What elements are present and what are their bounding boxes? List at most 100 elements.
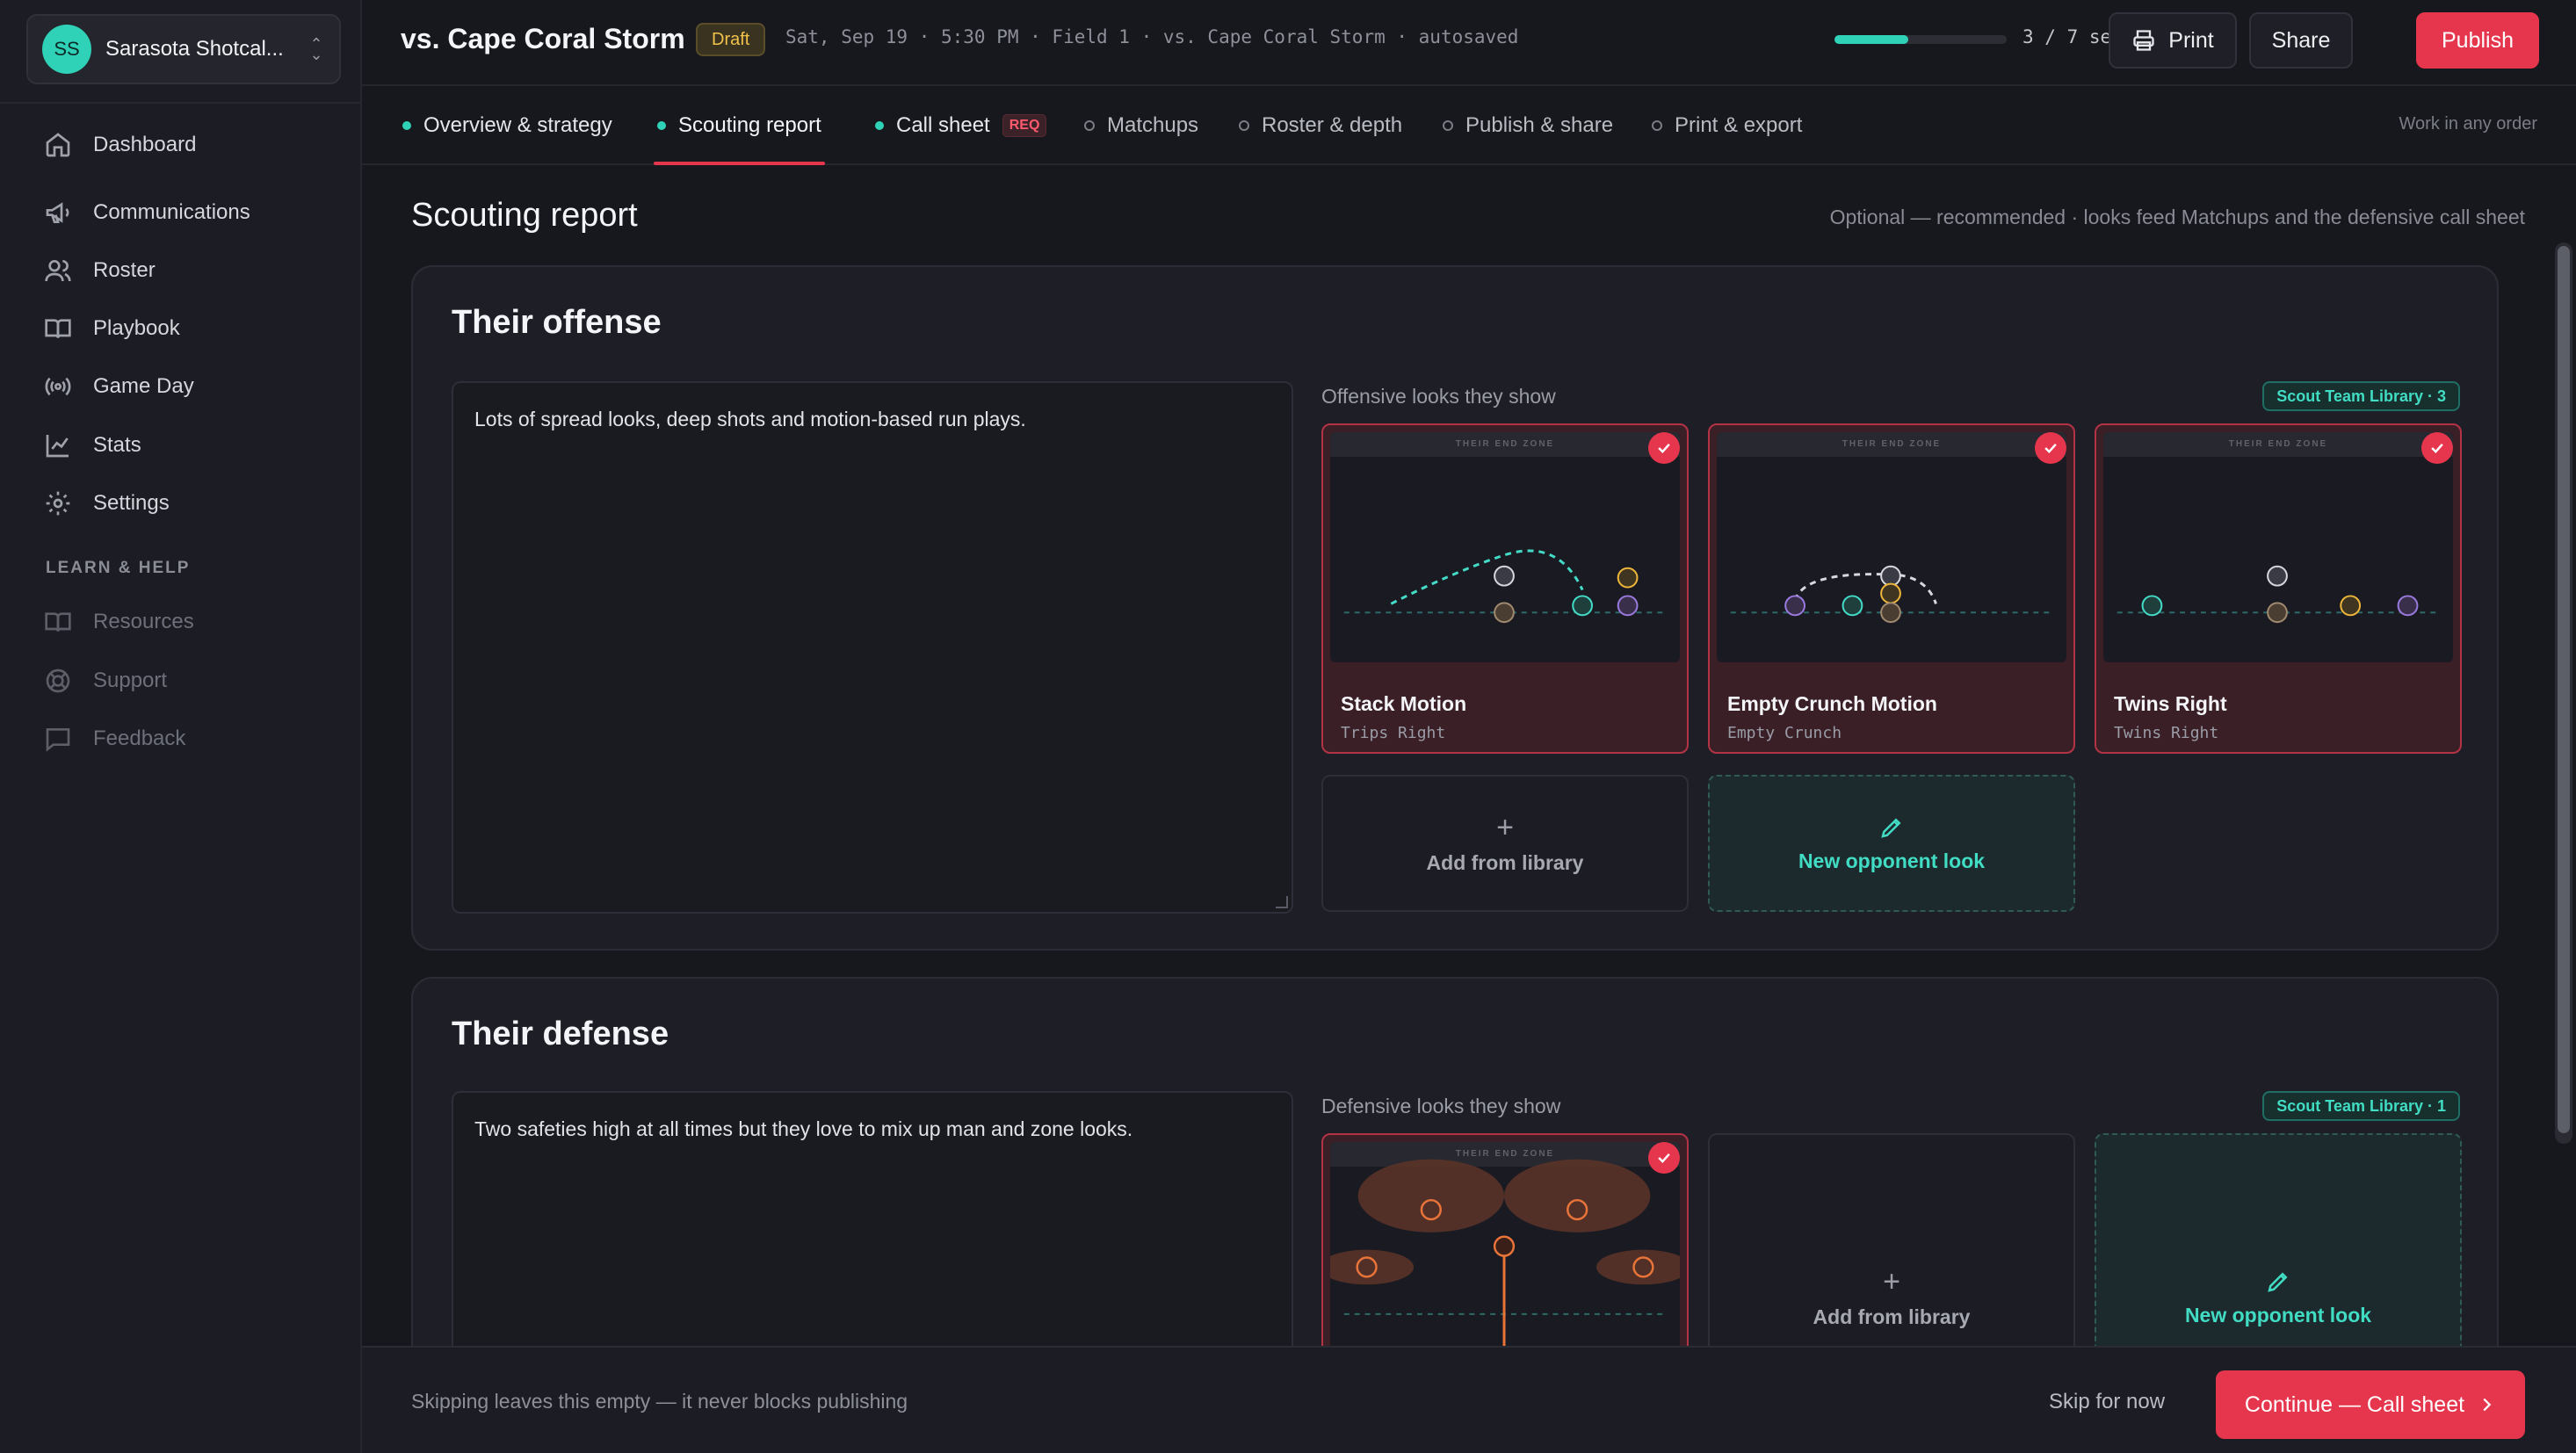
plus-icon: +	[1883, 1265, 1900, 1298]
offense-notes-text: Lots of spread looks, deep shots and mot…	[474, 408, 1026, 430]
add-from-library-label: Add from library	[1813, 1305, 1971, 1328]
sidebar-item-roster[interactable]: Roster	[44, 253, 156, 288]
look-card-twins-right[interactable]: THEIR END ZONE Twins Right Twins Right	[2095, 423, 2462, 754]
workspace-switcher[interactable]: SS Sarasota Shotcal... ⌃ ⌄	[26, 14, 341, 84]
sidebar-item-game-day[interactable]: Game Day	[44, 369, 194, 404]
formation-diagram: THEIR END ZONE	[1717, 432, 2066, 662]
sidebar-item-communications[interactable]: Communications	[44, 195, 250, 230]
new-opponent-look-label: New opponent look	[2184, 1304, 2372, 1326]
look-name: Stack Motion	[1341, 692, 1467, 715]
tab-roster-depth[interactable]: Roster & depth	[1239, 88, 1402, 163]
footer-hint: Skipping leaves this empty — it never bl…	[411, 1390, 908, 1413]
tab-label: Roster & depth	[1262, 113, 1403, 137]
tab-publish-share[interactable]: Publish & share	[1443, 88, 1613, 163]
sidebar-item-label: Support	[93, 669, 168, 692]
offense-notes-input[interactable]: Lots of spread looks, deep shots and mot…	[452, 381, 1293, 914]
sidebar-item-label: Roster	[93, 258, 156, 282]
sidebar-item-feedback[interactable]: Feedback	[44, 721, 185, 756]
print-label: Print	[2168, 27, 2214, 53]
share-label: Share	[2271, 27, 2331, 53]
tab-status-dot	[1652, 120, 1662, 131]
step-tabs: Overview & strategy Scouting report Call…	[362, 88, 2576, 165]
library-badge[interactable]: Scout Team Library · 3	[2262, 381, 2460, 411]
pencil-icon	[1881, 817, 1901, 838]
library-badge[interactable]: Scout Team Library · 1	[2262, 1091, 2460, 1121]
sidebar-item-dashboard[interactable]: Dashboard	[44, 127, 196, 163]
sidebar-item-label: Settings	[93, 491, 170, 515]
progress-bar	[1834, 35, 2007, 44]
tab-call-sheet[interactable]: Call sheet REQ	[875, 88, 1047, 163]
tab-status-dot	[402, 121, 411, 130]
selected-check-icon[interactable]	[1648, 432, 1680, 464]
look-formation: Empty Crunch	[1727, 724, 1842, 742]
tab-scouting-report[interactable]: Scouting report	[654, 88, 825, 165]
progress-fill	[1834, 35, 1908, 44]
look-formation: Trips Right	[1341, 724, 1446, 742]
look-card-stack-motion[interactable]: THEIR END ZONE Stack Motion Trips Right	[1321, 423, 1689, 754]
sidebar-divider	[0, 102, 362, 104]
chevron-right-icon	[2483, 1398, 2492, 1412]
selected-check-icon[interactable]	[2035, 432, 2066, 464]
add-from-library-label: Add from library	[1426, 850, 1584, 874]
workspace-name: Sarasota Shotcal...	[105, 37, 284, 61]
book-icon	[45, 612, 71, 632]
status-badge: Draft	[696, 23, 766, 56]
skip-button[interactable]: Skip for now	[2049, 1390, 2165, 1414]
sidebar-item-stats[interactable]: Stats	[44, 428, 141, 463]
defense-title: Their defense	[452, 1016, 669, 1052]
sidebar-item-playbook[interactable]: Playbook	[44, 311, 180, 346]
formation-diagram: THEIR END ZONE	[2103, 432, 2453, 662]
sidebar-item-label: Stats	[93, 433, 141, 457]
look-formation: Twins Right	[2114, 724, 2219, 742]
plus-icon: +	[1496, 810, 1514, 844]
tab-status-dot	[657, 121, 666, 130]
selected-check-icon[interactable]	[1648, 1142, 1680, 1174]
page-title: vs. Cape Coral Storm	[401, 23, 685, 54]
continue-button[interactable]: Continue — Call sheet	[2216, 1370, 2525, 1439]
sidebar-item-support[interactable]: Support	[44, 663, 167, 698]
workspace-avatar: SS	[42, 25, 91, 74]
look-card-empty-crunch-motion[interactable]: THEIR END ZONE Empty Crunch Motion Empty…	[1708, 423, 2075, 754]
tab-overview[interactable]: Overview & strategy	[402, 88, 612, 163]
required-badge: REQ	[1002, 114, 1047, 137]
tab-label: Print & export	[1675, 113, 1803, 137]
scrollbar-thumb[interactable]	[2558, 246, 2570, 1133]
new-opponent-look-button[interactable]: New opponent look	[1708, 775, 2075, 912]
book-icon	[45, 319, 71, 338]
sidebar-item-label: Game Day	[93, 374, 194, 398]
print-button[interactable]: Print	[2109, 12, 2237, 69]
tab-status-dot	[1239, 120, 1249, 131]
add-from-library-button[interactable]: + Add from library	[1321, 775, 1689, 912]
users-icon	[45, 260, 71, 282]
look-name: Twins Right	[2114, 692, 2227, 715]
footer-bar: Skipping leaves this empty — it never bl…	[362, 1346, 2576, 1453]
defense-looks-label: Defensive looks they show	[1321, 1095, 1561, 1117]
formation-svg	[1343, 549, 1667, 624]
chevron-updown-icon: ⌃ ⌄	[309, 35, 323, 63]
tab-label: Publish & share	[1465, 113, 1614, 137]
game-meta: Sat, Sep 19 · 5:30 PM · Field 1 · vs. Ca…	[785, 26, 1519, 47]
sidebar-item-label: Communications	[93, 200, 250, 224]
publish-button[interactable]: Publish	[2416, 12, 2539, 69]
tab-label: Matchups	[1107, 113, 1199, 137]
tab-matchups[interactable]: Matchups	[1084, 88, 1198, 163]
share-button[interactable]: Share	[2249, 12, 2353, 69]
sidebar-item-label: Playbook	[93, 316, 180, 340]
tab-status-dot	[1084, 120, 1095, 131]
tabs-hint: Work in any order	[2399, 114, 2537, 134]
sidebar-item-settings[interactable]: Settings	[44, 486, 170, 521]
lifebuoy-icon	[46, 669, 70, 693]
look-name: Empty Crunch Motion	[1727, 692, 1937, 715]
sidebar-section-label: LEARN & HELP	[46, 559, 191, 577]
tab-status-dot	[875, 121, 884, 130]
selected-check-icon[interactable]	[2421, 432, 2453, 464]
main-scrollbar[interactable]	[2555, 242, 2572, 1144]
tab-print-export[interactable]: Print & export	[1652, 88, 1802, 163]
section-title: Scouting report	[411, 197, 638, 234]
formation-diagram: THEIR END ZONE	[1330, 432, 1680, 662]
pencil-icon	[2268, 1272, 2288, 1292]
sidebar-item-resources[interactable]: Resources	[44, 604, 194, 640]
tab-label: Call sheet	[896, 113, 990, 137]
offense-panel: Their offense Lots of spread looks, deep…	[411, 265, 2499, 951]
resize-handle[interactable]	[1276, 896, 1288, 908]
